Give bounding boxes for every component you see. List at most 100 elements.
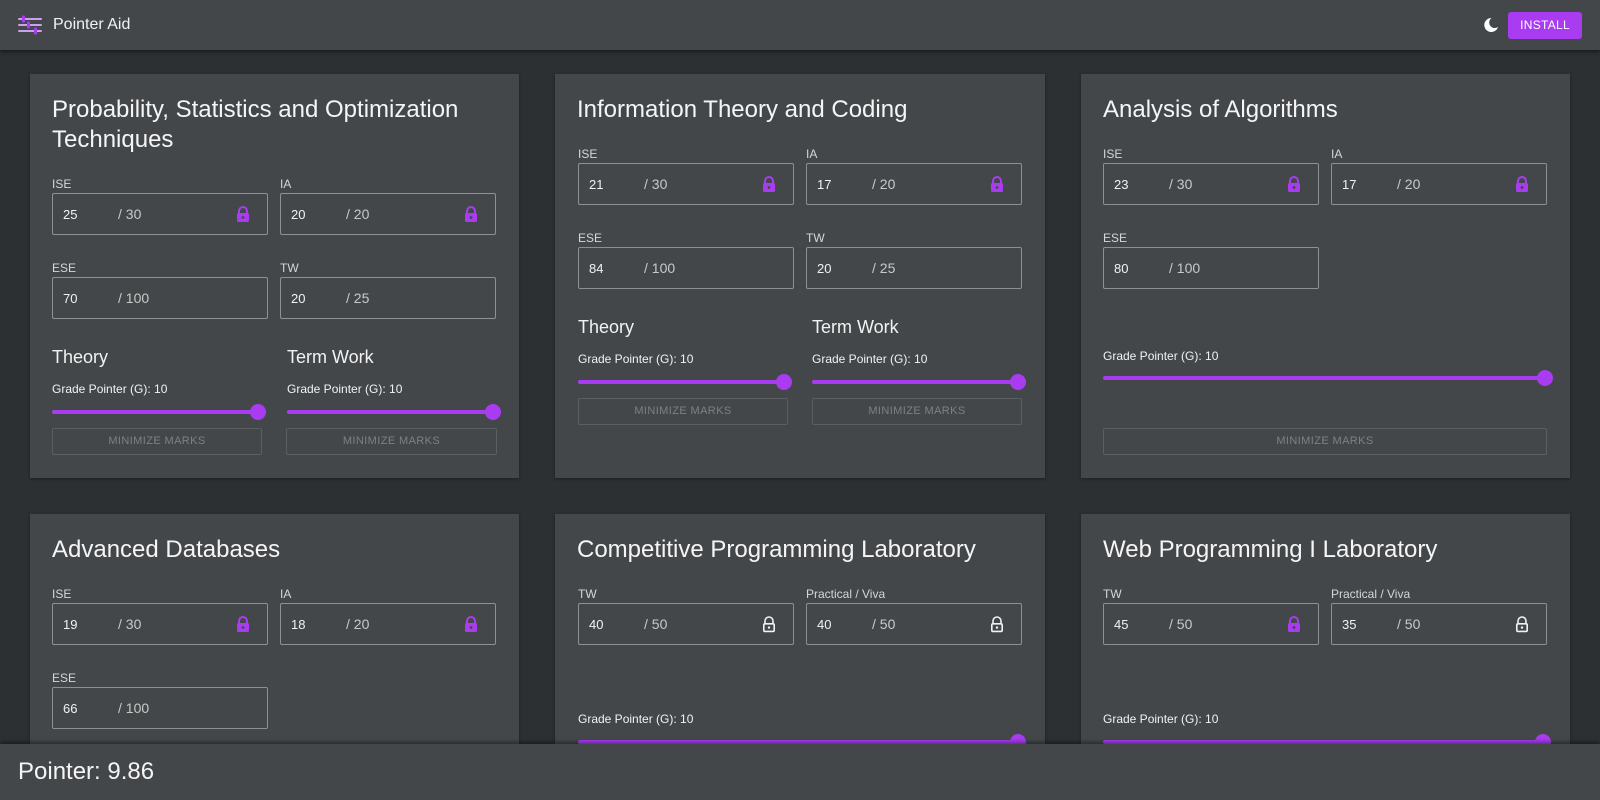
grade-slider[interactable] [1103,370,1553,386]
minimize-marks-button[interactable]: MINIMIZE MARKS [286,428,497,455]
tw-input[interactable]: 40 / 50 [578,603,794,645]
ese-input[interactable]: 66 / 100 [52,687,268,729]
grade-slider[interactable] [578,374,792,390]
grade-pointer-label: Grade Pointer (G): 10 [1103,712,1219,726]
ia-field: IA 18 / 20 [280,586,496,645]
slider-thumb[interactable] [485,404,501,420]
field-value[interactable]: 40 [589,617,644,632]
practical-viva-input[interactable]: 35 / 50 [1331,603,1547,645]
ise-field: ISE 19 / 30 [52,586,268,645]
lock-icon[interactable] [464,206,478,223]
tw-input[interactable]: 20 / 25 [280,277,496,319]
slider-thumb[interactable] [1010,374,1026,390]
lock-open-icon[interactable] [1515,616,1529,633]
minimize-marks-button[interactable]: MINIMIZE MARKS [578,398,788,425]
field-label: Practical / Viva [806,587,886,601]
ise-input[interactable]: 25 / 30 [52,193,268,235]
tune-sliders-icon[interactable] [18,15,42,35]
field-label: IA [280,587,292,601]
ise-input[interactable]: 21 / 30 [578,163,794,205]
section-title-theory: Theory [578,317,635,337]
tw-input[interactable]: 45 / 50 [1103,603,1319,645]
field-label: TW [280,261,299,275]
field-max: / 25 [346,290,370,306]
field-value[interactable]: 17 [817,177,872,192]
ese-input[interactable]: 70 / 100 [52,277,268,319]
field-value[interactable]: 21 [589,177,644,192]
ese-input[interactable]: 84 / 100 [578,247,794,289]
tw-input[interactable]: 20 / 25 [806,247,1022,289]
field-value[interactable]: 23 [1114,177,1169,192]
field-value[interactable]: 80 [1114,261,1169,276]
lock-icon[interactable] [236,206,250,223]
pointer-result: Pointer: 9.86 [18,758,155,785]
field-max: / 20 [1397,176,1421,192]
lock-icon[interactable] [236,616,250,633]
lock-icon[interactable] [1287,616,1301,633]
field-value[interactable]: 18 [291,617,346,632]
grade-pointer-label: Grade Pointer (G): 10 [52,382,168,396]
ese-input[interactable]: 80 / 100 [1103,247,1319,289]
ise-input[interactable]: 23 / 30 [1103,163,1319,205]
ia-input[interactable]: 18 / 20 [280,603,496,645]
field-value[interactable]: 66 [63,701,118,716]
field-label: TW [1103,587,1122,601]
moon-icon[interactable] [1482,16,1500,34]
slider-track [1103,376,1549,380]
subject-title: Analysis of Algorithms [1103,96,1338,123]
grade-pointer-label: Grade Pointer (G): 10 [578,712,694,726]
field-value[interactable]: 84 [589,261,644,276]
grade-pointer-label: Grade Pointer (G): 10 [1103,349,1219,363]
slider-thumb[interactable] [776,374,792,390]
grade-slider[interactable] [287,404,501,420]
app-title: Pointer Aid [53,16,131,33]
field-value[interactable]: 25 [63,207,118,222]
lock-icon[interactable] [464,616,478,633]
field-value[interactable]: 40 [817,617,872,632]
field-label: TW [578,587,597,601]
practical-viva-input[interactable]: 40 / 50 [806,603,1022,645]
field-value[interactable]: 35 [1342,617,1397,632]
grade-pointer-label: Grade Pointer (G): 10 [287,382,403,396]
lock-open-icon[interactable] [762,616,776,633]
field-value[interactable]: 17 [1342,177,1397,192]
field-max: / 25 [872,260,896,276]
lock-icon[interactable] [1515,176,1529,193]
minimize-marks-button[interactable]: MINIMIZE MARKS [52,428,262,455]
lock-icon[interactable] [990,176,1004,193]
tw-field: TW 20 / 25 [806,230,1022,289]
lock-open-icon[interactable] [990,616,1004,633]
slider-thumb[interactable] [250,404,266,420]
slider-track [287,410,501,414]
lock-icon[interactable] [1287,176,1301,193]
field-value[interactable]: 20 [291,291,346,306]
slider-thumb[interactable] [1537,370,1553,386]
field-value[interactable]: 45 [1114,617,1169,632]
ise-field: ISE 21 / 30 [578,146,794,205]
section-title-term-work: Term Work [287,347,374,367]
ise-input[interactable]: 19 / 30 [52,603,268,645]
field-value[interactable]: 70 [63,291,118,306]
ia-input[interactable]: 17 / 20 [1331,163,1547,205]
field-max: / 100 [644,260,676,276]
subject-title: Probability, Statistics and Optimization… [52,96,459,153]
minimize-marks-button[interactable]: MINIMIZE MARKS [1103,428,1547,455]
field-max: / 20 [346,206,370,222]
field-value[interactable]: 20 [291,207,346,222]
ese-field: ESE 70 / 100 [52,260,268,319]
lock-icon[interactable] [762,176,776,193]
field-value[interactable]: 20 [817,261,872,276]
minimize-marks-button[interactable]: MINIMIZE MARKS [812,398,1022,425]
install-button[interactable]: INSTALL [1508,11,1582,39]
grade-slider[interactable] [812,374,1026,390]
ise-field: ISE 25 / 30 [52,176,268,235]
pointer-footer: Pointer: 9.86 [0,744,1600,800]
field-value[interactable]: 19 [63,617,118,632]
grade-slider[interactable] [52,404,266,420]
ia-input[interactable]: 17 / 20 [806,163,1022,205]
field-max: / 30 [644,176,668,192]
ia-field: IA 17 / 20 [806,146,1022,205]
subject-card: Analysis of Algorithms ISE 23 / 30 IA 17… [1081,74,1570,478]
ia-input[interactable]: 20 / 20 [280,193,496,235]
field-label: ESE [52,671,77,685]
